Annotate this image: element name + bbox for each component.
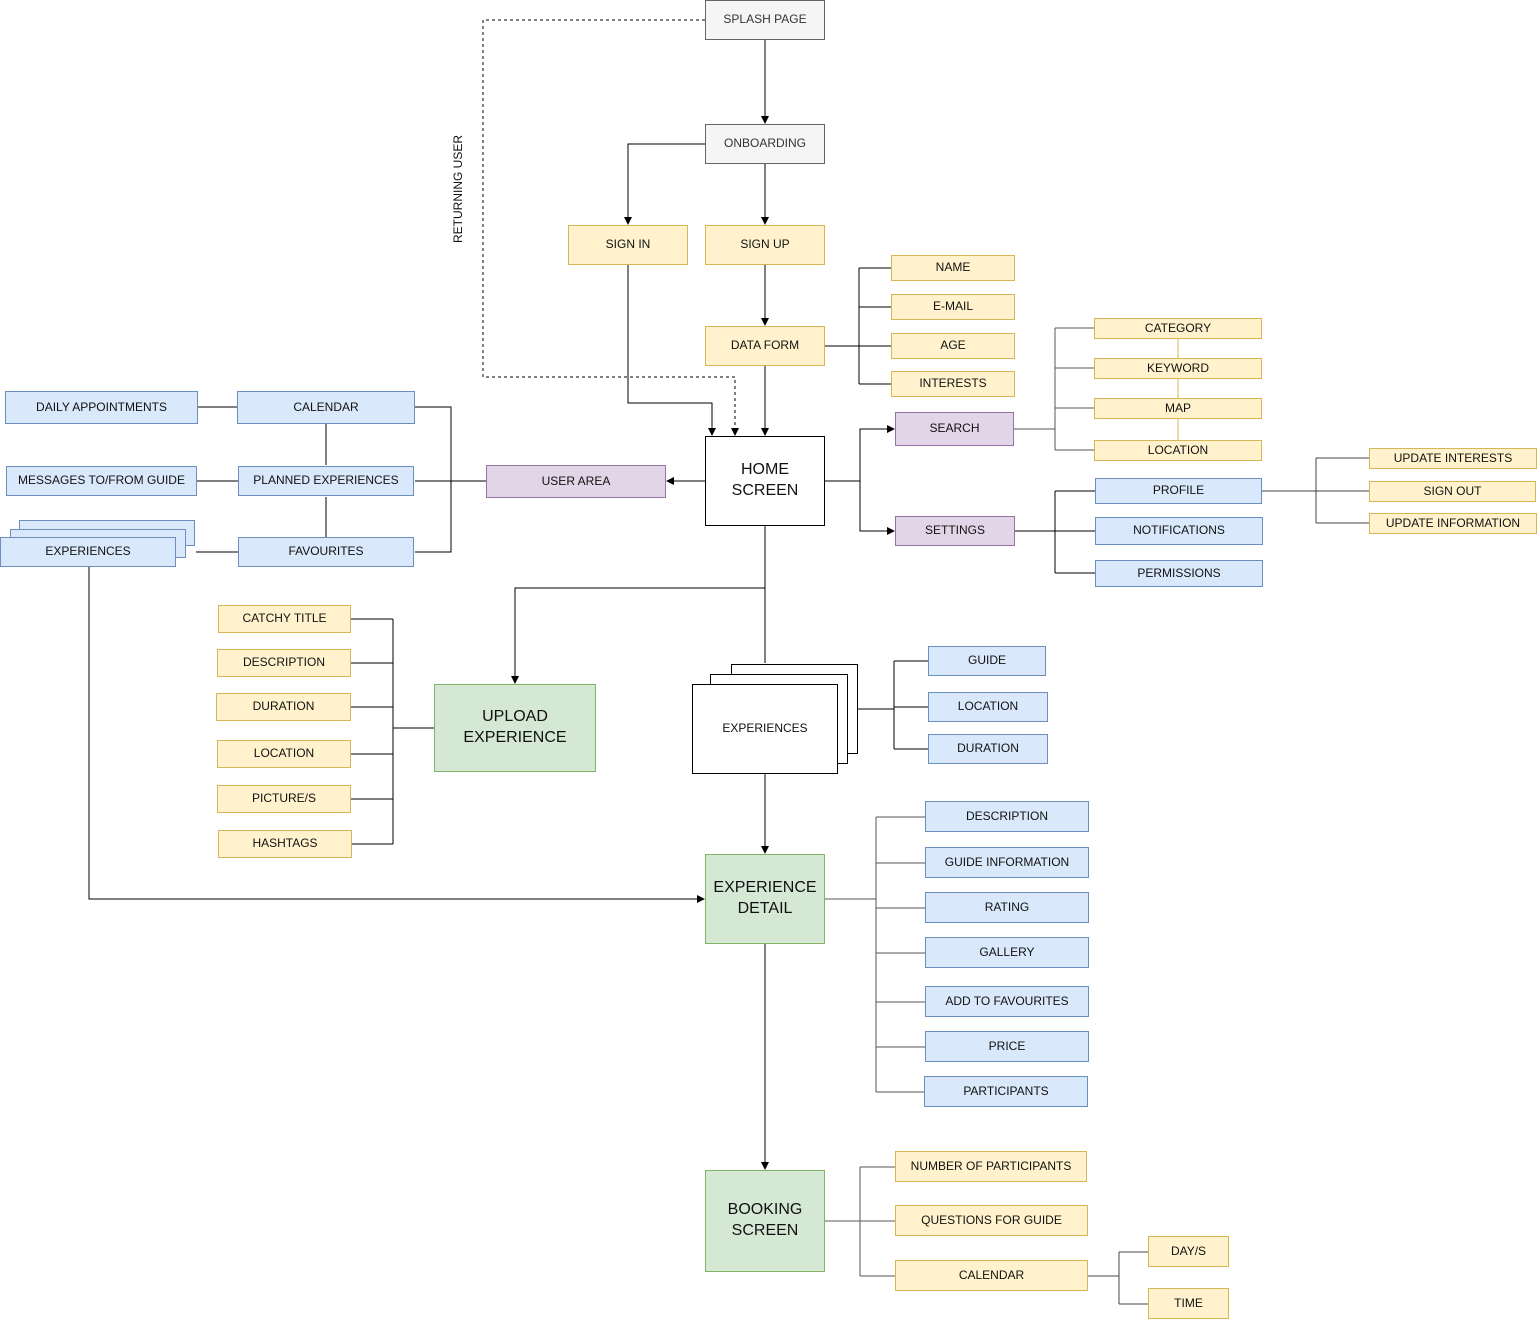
returning-user-label: RETURNING USER [451, 134, 465, 243]
upload-pictures[interactable]: PICTURE/S [217, 785, 351, 813]
experience-guide[interactable]: GUIDE [928, 646, 1046, 676]
detail-description[interactable]: DESCRIPTION [925, 801, 1089, 832]
profile-sign-out[interactable]: SIGN OUT [1369, 481, 1536, 502]
profile-update-information[interactable]: UPDATE INFORMATION [1369, 513, 1537, 534]
upload-duration[interactable]: DURATION [216, 693, 351, 721]
settings-node[interactable]: SETTINGS [895, 516, 1015, 546]
upload-location[interactable]: LOCATION [217, 740, 351, 768]
field-name[interactable]: NAME [891, 255, 1015, 281]
settings-permissions[interactable]: PERMISSIONS [1095, 560, 1263, 587]
splash-page-node[interactable]: SPLASH PAGE [705, 0, 825, 40]
user-area-node[interactable]: USER AREA [486, 465, 666, 498]
user-planned-experiences[interactable]: PLANNED EXPERIENCES [238, 466, 414, 496]
experiences-node[interactable]: EXPERIENCES [692, 684, 838, 774]
sign-up-node[interactable]: SIGN UP [705, 225, 825, 265]
booking-questions-for-guide[interactable]: QUESTIONS FOR GUIDE [895, 1205, 1088, 1236]
onboarding-node[interactable]: ONBOARDING [705, 124, 825, 164]
home-screen-node[interactable]: HOME SCREEN [705, 436, 825, 526]
detail-participants[interactable]: PARTICIPANTS [924, 1076, 1088, 1107]
detail-price[interactable]: PRICE [925, 1031, 1089, 1062]
upload-experience-node[interactable]: UPLOAD EXPERIENCE [434, 684, 596, 772]
user-messages[interactable]: MESSAGES TO/FROM GUIDE [6, 466, 197, 496]
detail-gallery[interactable]: GALLERY [925, 937, 1089, 968]
experience-duration[interactable]: DURATION [928, 734, 1048, 764]
detail-guide-information[interactable]: GUIDE INFORMATION [925, 847, 1089, 878]
settings-profile[interactable]: PROFILE [1095, 478, 1262, 504]
booking-calendar[interactable]: CALENDAR [895, 1260, 1088, 1291]
upload-catchy-title[interactable]: CATCHY TITLE [218, 605, 351, 633]
booking-number-of-participants[interactable]: NUMBER OF PARTICIPANTS [895, 1151, 1087, 1182]
search-location[interactable]: LOCATION [1094, 440, 1262, 461]
edge-signin-home [627, 265, 716, 436]
field-age[interactable]: AGE [891, 333, 1015, 359]
field-interests[interactable]: INTERESTS [891, 371, 1015, 397]
user-calendar[interactable]: CALENDAR [237, 391, 415, 424]
calendar-time[interactable]: TIME [1148, 1288, 1229, 1319]
user-experiences[interactable]: EXPERIENCES [0, 537, 176, 567]
profile-update-interests[interactable]: UPDATE INTERESTS [1369, 448, 1537, 469]
settings-notifications[interactable]: NOTIFICATIONS [1095, 517, 1263, 545]
data-form-node[interactable]: DATA FORM [705, 326, 825, 366]
search-map[interactable]: MAP [1094, 398, 1262, 419]
user-favourites[interactable]: FAVOURITES [238, 537, 414, 567]
experience-location[interactable]: LOCATION [928, 692, 1048, 722]
detail-add-to-favourites[interactable]: ADD TO FAVOURITES [925, 986, 1089, 1017]
field-email[interactable]: E-MAIL [891, 294, 1015, 320]
booking-screen-node[interactable]: BOOKING SCREEN [705, 1170, 825, 1272]
experience-detail-node[interactable]: EXPERIENCE DETAIL [705, 854, 825, 944]
calendar-days[interactable]: DAY/S [1148, 1236, 1229, 1267]
upload-description[interactable]: DESCRIPTION [217, 649, 351, 677]
search-keyword[interactable]: KEYWORD [1094, 358, 1262, 379]
user-daily-appointments[interactable]: DAILY APPOINTMENTS [5, 391, 198, 424]
upload-hashtags[interactable]: HASHTAGS [218, 830, 352, 858]
sign-in-node[interactable]: SIGN IN [568, 225, 688, 265]
search-category[interactable]: CATEGORY [1094, 318, 1262, 339]
detail-rating[interactable]: RATING [925, 892, 1089, 923]
edge-onboarding-signin [624, 143, 705, 225]
search-node[interactable]: SEARCH [895, 412, 1014, 446]
